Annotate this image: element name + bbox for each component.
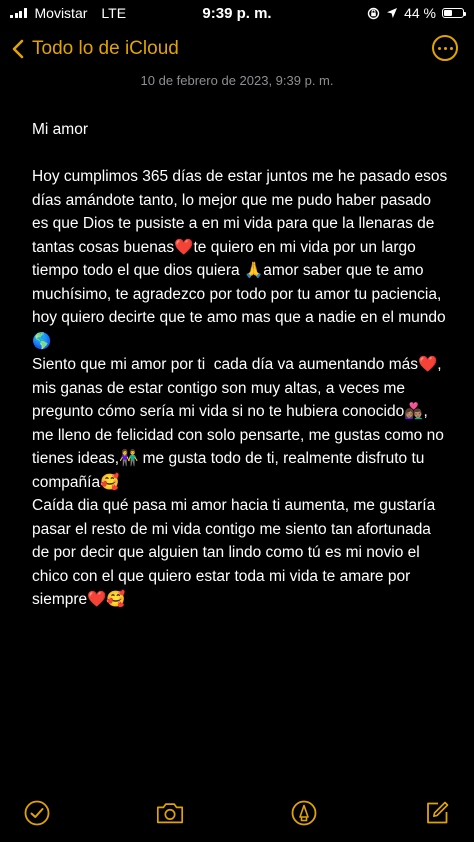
compose-icon — [427, 801, 449, 824]
chevron-left-icon — [12, 39, 24, 59]
ellipsis-dot — [449, 46, 453, 50]
note-paragraph[interactable]: Siento que mi amor por ti cada día va au… — [32, 353, 450, 494]
compose-button[interactable] — [422, 798, 452, 828]
status-bar: Movistar LTE 9:39 p. m. 44 % — [0, 0, 474, 26]
navigation-bar: Todo lo de iCloud — [0, 30, 474, 68]
markup-pen-icon — [291, 800, 317, 826]
note-title[interactable]: Mi amor — [32, 118, 450, 142]
note-paragraph[interactable]: Caída dia qué pasa mi amor hacia ti aume… — [32, 494, 450, 612]
camera-icon — [156, 803, 184, 824]
bottom-toolbar — [0, 798, 474, 830]
location-arrow-icon — [387, 8, 398, 18]
status-right: 44 % — [367, 5, 466, 21]
back-button[interactable]: Todo lo de iCloud — [0, 38, 179, 60]
checklist-icon — [24, 800, 50, 826]
battery-percent: 44 % — [404, 5, 436, 21]
note-date: 10 de febrero de 2023, 9:39 p. m. — [140, 73, 334, 88]
note-paragraph[interactable]: Hoy cumplimos 365 días de estar juntos m… — [32, 165, 450, 353]
markup-button[interactable] — [289, 798, 319, 828]
ellipsis-dot — [443, 46, 447, 50]
back-button-label: Todo lo de iCloud — [32, 38, 179, 59]
note-body[interactable]: Mi amor Hoy cumplimos 365 días de estar … — [32, 118, 450, 612]
orientation-lock-icon — [367, 7, 380, 19]
ellipsis-circle-icon — [437, 46, 441, 50]
battery-fill — [444, 10, 452, 16]
checklist-button[interactable] — [22, 798, 52, 828]
more-options-button[interactable] — [432, 35, 458, 61]
battery-icon — [442, 8, 466, 18]
status-left: Movistar LTE — [10, 5, 367, 21]
carrier-name: Movistar — [34, 5, 88, 21]
signal-bars-icon — [10, 8, 27, 18]
network-type: LTE — [101, 5, 127, 21]
camera-button[interactable] — [155, 798, 185, 828]
